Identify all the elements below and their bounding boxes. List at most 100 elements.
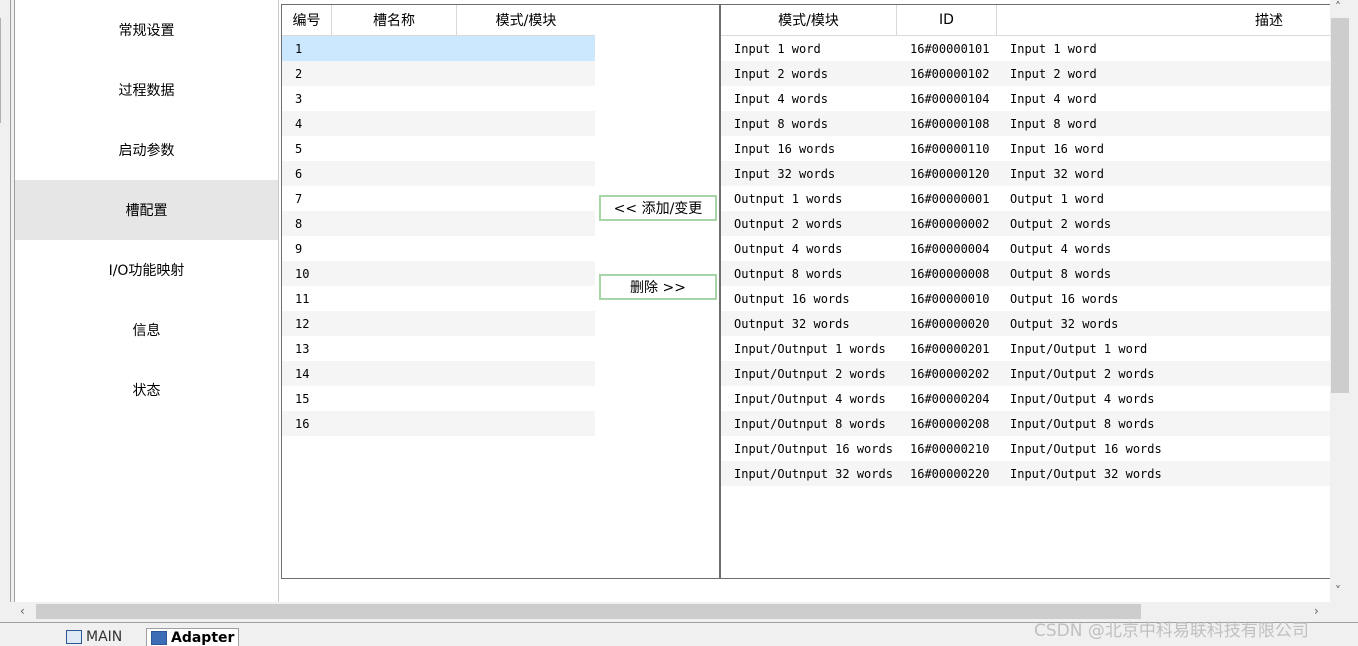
slot-number: 14 [295, 366, 310, 381]
nav-item-info[interactable]: 信息 [15, 300, 278, 360]
nav-item-general[interactable]: 常规设置 [15, 0, 278, 60]
module-table-header: 模式/模块 ID 描述 [721, 5, 1331, 36]
table-row[interactable]: Input 32 words 16#00000120 Input 32 word [721, 161, 1331, 186]
slot-number: 12 [295, 316, 310, 331]
table-row[interactable]: Outnput 32 words 16#00000020 Output 32 wor… [721, 311, 1331, 336]
table-row[interactable]: Input/Outnput 1 words 16#00000201 Input/Ou… [721, 336, 1331, 361]
add-change-button[interactable]: << 添加/变更 [599, 195, 717, 221]
slot-number: 8 [295, 216, 303, 231]
slot-number: 5 [295, 141, 303, 156]
watermark: CSDN @北京中科易联科技有限公司 [1034, 621, 1309, 641]
table-row[interactable]: 1 [282, 36, 595, 61]
table-row[interactable]: 5 [282, 136, 595, 161]
id-cell: 16#00000201 [910, 341, 990, 356]
module-cell: Input/Outnput 32 words [734, 466, 893, 481]
slot-number: 2 [295, 66, 303, 81]
table-row[interactable]: Input 4 words 16#00000104 Input 4 word [721, 86, 1331, 111]
nav-item-status[interactable]: 状态 [15, 360, 278, 420]
module-cell: Outnput 2 words [734, 216, 843, 231]
column-header-module[interactable]: 模式/模块 [457, 5, 595, 35]
table-row[interactable]: 6 [282, 161, 595, 186]
table-row[interactable]: Input/Outnput 8 words 16#00000208 Input/Ou… [721, 411, 1331, 436]
table-row[interactable]: Input 2 words 16#00000102 Input 2 word [721, 61, 1331, 86]
document-icon [66, 629, 82, 644]
column-header-slot-name[interactable]: 槽名称 [332, 5, 457, 35]
table-row[interactable]: 11 [282, 286, 595, 311]
id-cell: 16#00000020 [910, 316, 990, 331]
nav-item-startup-params[interactable]: 启动参数 [15, 120, 278, 180]
action-panel: << 添加/变更 删除 >> [595, 4, 720, 579]
table-row[interactable]: 3 [282, 86, 595, 111]
table-row[interactable]: Input/Outnput 2 words 16#00000202 Input/Ou… [721, 361, 1331, 386]
table-row[interactable]: 10 [282, 261, 595, 286]
table-row[interactable]: Outnput 2 words 16#00000002 Output 2 words [721, 211, 1331, 236]
id-cell: 16#00000120 [910, 166, 990, 181]
table-row[interactable]: 4 [282, 111, 595, 136]
table-row[interactable]: 13 [282, 336, 595, 361]
module-cell: Input/Outnput 4 words [734, 391, 886, 406]
slot-table-header: 编号 槽名称 模式/模块 [282, 5, 595, 36]
module-cell: Input/Outnput 2 words [734, 366, 886, 381]
id-cell: 16#00000220 [910, 466, 990, 481]
table-row[interactable]: Outnput 4 words 16#00000004 Output 4 words [721, 236, 1331, 261]
nav-item-io-mapping[interactable]: I/O功能映射 [15, 240, 278, 300]
description-cell: Input 32 word [1010, 166, 1104, 181]
nav-item-process-data[interactable]: 过程数据 [15, 60, 278, 120]
table-row[interactable]: Outnput 8 words 16#00000008 Output 8 words [721, 261, 1331, 286]
description-cell: Input/Output 8 words [1010, 416, 1155, 431]
column-header-id[interactable]: ID [897, 5, 997, 35]
table-row[interactable]: Input/Outnput 4 words 16#00000204 Input/Ou… [721, 386, 1331, 411]
table-row[interactable]: 15 [282, 386, 595, 411]
module-cell: Input 8 words [734, 116, 828, 131]
module-cell: Outnput 8 words [734, 266, 843, 281]
module-cell: Outnput 32 words [734, 316, 850, 331]
scroll-left-icon[interactable]: ‹ [20, 604, 25, 618]
table-row[interactable]: Input/Outnput 32 words 16#00000220 Input/O… [721, 461, 1331, 486]
tab-main[interactable]: MAIN [66, 628, 122, 645]
table-row[interactable]: Outnput 16 words 16#00000010 Output 16 wor… [721, 286, 1331, 311]
vertical-scrollbar-thumb[interactable] [1331, 18, 1349, 393]
slot-number: 16 [295, 416, 310, 431]
column-header-number[interactable]: 编号 [282, 5, 332, 35]
nav-item-label: 过程数据 [118, 83, 175, 99]
description-cell: Input 16 word [1010, 141, 1104, 156]
id-cell: 16#00000104 [910, 91, 990, 106]
description-cell: Input/Output 2 words [1010, 366, 1155, 381]
table-row[interactable]: 12 [282, 311, 595, 336]
module-cell: Input 1 word [734, 41, 821, 56]
scroll-up-icon[interactable]: ˄ [1335, 0, 1341, 14]
description-cell: Input/Output 4 words [1010, 391, 1155, 406]
scroll-down-icon[interactable]: ˅ [1335, 584, 1341, 598]
tab-adapter[interactable]: Adapter [146, 628, 240, 646]
module-table-body: Input 1 word 16#00000101 Input 1 word Input… [721, 36, 1331, 486]
table-row[interactable]: 14 [282, 361, 595, 386]
nav-item-label: 信息 [132, 323, 161, 339]
table-row[interactable]: 8 [282, 211, 595, 236]
slot-number: 13 [295, 341, 310, 356]
id-cell: 16#00000102 [910, 66, 990, 81]
horizontal-scrollbar-thumb[interactable] [36, 604, 1141, 619]
column-header-module[interactable]: 模式/模块 [721, 5, 897, 35]
table-row[interactable]: Outnput 1 words 16#00000001 Output 1 word [721, 186, 1331, 211]
table-row[interactable]: Input 8 words 16#00000108 Input 8 word [721, 111, 1331, 136]
table-row[interactable]: 16 [282, 411, 595, 436]
delete-button[interactable]: 删除 >> [599, 274, 717, 300]
scroll-right-icon[interactable]: › [1314, 604, 1319, 618]
table-row[interactable]: Input 1 word 16#00000101 Input 1 word [721, 36, 1331, 61]
module-cell: Outnput 16 words [734, 291, 850, 306]
settings-nav: 常规设置 过程数据 启动参数 槽配置 I/O功能映射 信息 状态 [15, 0, 279, 602]
nav-item-label: 状态 [132, 383, 161, 399]
slot-number: 9 [295, 241, 303, 256]
table-row[interactable]: Input 16 words 16#00000110 Input 16 word [721, 136, 1331, 161]
table-row[interactable]: 7 [282, 186, 595, 211]
table-row[interactable]: Input/Outnput 16 words 16#00000210 Input/O… [721, 436, 1331, 461]
table-row[interactable]: 2 [282, 61, 595, 86]
column-header-description[interactable]: 描述 [997, 5, 1331, 35]
nav-item-label: 启动参数 [118, 143, 175, 159]
slot-number: 15 [295, 391, 310, 406]
nav-item-label: I/O功能映射 [108, 263, 185, 279]
module-cell: Input 16 words [734, 141, 836, 156]
id-cell: 16#00000210 [910, 441, 990, 456]
nav-item-slot-config[interactable]: 槽配置 [15, 180, 278, 240]
table-row[interactable]: 9 [282, 236, 595, 261]
